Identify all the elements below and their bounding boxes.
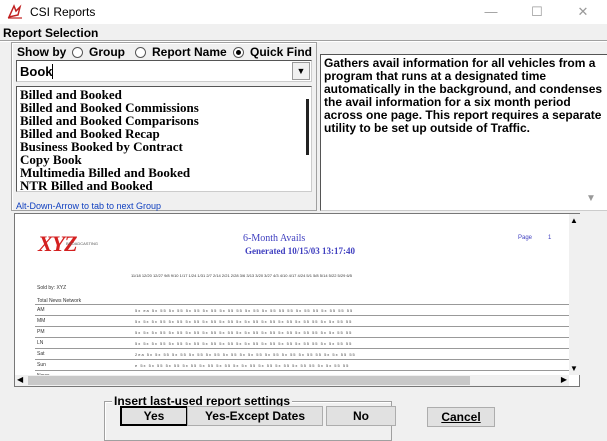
preview-logo-sub: BROADCASTING — [66, 241, 99, 246]
preview-generated: Generated 10/15/03 13:17:40 — [245, 246, 355, 256]
scroll-up-icon[interactable]: ▼ — [586, 193, 596, 204]
preview-row-cells: 5x 5x 5x 55 5x 55 5x 55 5x 55 5x 55 5x 5… — [135, 330, 353, 335]
preview-sold-by: Sold by: XYZ — [37, 285, 67, 291]
preview-row-label: LN — [37, 340, 44, 346]
app-icon — [7, 4, 22, 19]
preview-row-label: Sat — [37, 351, 45, 357]
report-description: Gathers avail information for all vehicl… — [320, 54, 607, 211]
no-button[interactable]: No — [326, 406, 396, 426]
preview-divider — [35, 304, 579, 305]
window-title: CSI Reports — [30, 5, 96, 19]
scroll-right-arrow-icon[interactable]: ▶ — [561, 375, 567, 384]
scroll-up-arrow-icon[interactable]: ▲ — [570, 216, 578, 225]
maximize-button[interactable]: ☐ — [514, 0, 560, 24]
preview-row-line — [35, 348, 579, 349]
preview-row-line — [35, 337, 579, 338]
preview-row-line — [35, 370, 579, 371]
radio-report-name-label: Report Name — [152, 45, 227, 59]
section-title: Report Selection — [3, 26, 99, 40]
radio-quick-find-dot[interactable] — [233, 46, 244, 58]
yes-except-dates-button[interactable]: Yes-Except Dates — [187, 406, 323, 426]
radio-group-dot[interactable] — [72, 46, 83, 58]
radio-report-name-dot[interactable] — [135, 46, 146, 58]
preview-row-line — [35, 315, 579, 316]
preview-row-cells: 2ea 5x 5x 55 5x 55 5x 55 5x 55 5x 55 5x … — [135, 352, 356, 357]
scroll-thumb[interactable] — [28, 376, 470, 385]
keyboard-hint: Alt-Down-Arrow to tab to next Group — [16, 201, 162, 211]
list-item[interactable]: NTR Billed and Booked — [20, 178, 153, 191]
preview-row-cells: 5x 5x 5x 55 5x 55 5x 55 5x 55 5x 55 5x 5… — [135, 341, 353, 346]
show-by-label: Show by — [17, 45, 67, 59]
preview-title: 6-Month Avails — [243, 233, 306, 244]
scroll-left-arrow-icon[interactable]: ◀ — [17, 375, 23, 384]
report-listbox[interactable]: Billed and Booked Billed and Booked Comm… — [16, 86, 312, 192]
preview-page-label: Page — [518, 235, 533, 241]
preview-row-cells: e 5x 5x 55 5x 55 5x 55 5x 55 5x 55 5x 5x… — [135, 363, 350, 368]
radio-report-name[interactable]: Report Name — [135, 45, 227, 59]
listbox-scrollbar[interactable] — [306, 99, 309, 155]
preview-row-line — [35, 326, 579, 327]
radio-group[interactable]: Group — [72, 45, 125, 59]
preview-row-label: PM — [37, 329, 45, 335]
preview-row-cells: 5x 5x 5x 55 5x 55 5x 55 5x 55 5x 55 5x 5… — [135, 319, 353, 324]
report-preview: XYZ BROADCASTING 6-Month Avails Generate… — [14, 213, 580, 387]
quick-find-input[interactable]: Book — [20, 64, 53, 79]
scroll-down-arrow-icon[interactable]: ▼ — [570, 364, 578, 373]
cancel-button-label: Cancel — [441, 410, 481, 424]
preview-date-header: 11/18 12/20 12/27 9/8 9/10 1/17 1/24 1/3… — [131, 273, 353, 278]
title-bar: CSI Reports — ☐ ✕ — [0, 0, 607, 24]
preview-row-label: MM — [37, 318, 46, 324]
preview-row-cells: 5x ea 5x 55 5x 55 5x 55 5x 55 5x 55 55 5… — [135, 308, 354, 313]
radio-quick-find[interactable]: Quick Find — [233, 45, 312, 59]
cancel-button[interactable]: Cancel — [427, 407, 495, 427]
radio-quick-find-label: Quick Find — [250, 45, 313, 59]
preview-row-line — [35, 359, 579, 360]
preview-horizontal-scrollbar[interactable]: ◀ ▶ — [15, 375, 569, 386]
chevron-down-icon[interactable]: ▼ — [292, 62, 310, 80]
minimize-button[interactable]: — — [468, 0, 514, 24]
preview-row-label: AM — [37, 307, 45, 313]
preview-page-number: 1 — [548, 235, 552, 241]
preview-row-label: Sun — [37, 362, 46, 368]
text-caret — [52, 64, 53, 79]
quick-find-combo[interactable]: Book ▼ — [16, 60, 312, 82]
yes-button[interactable]: Yes — [120, 406, 188, 426]
radio-group-label: Group — [89, 45, 125, 59]
preview-vertical-scrollbar[interactable]: ▲ ▼ — [569, 214, 580, 375]
close-button[interactable]: ✕ — [560, 0, 606, 24]
